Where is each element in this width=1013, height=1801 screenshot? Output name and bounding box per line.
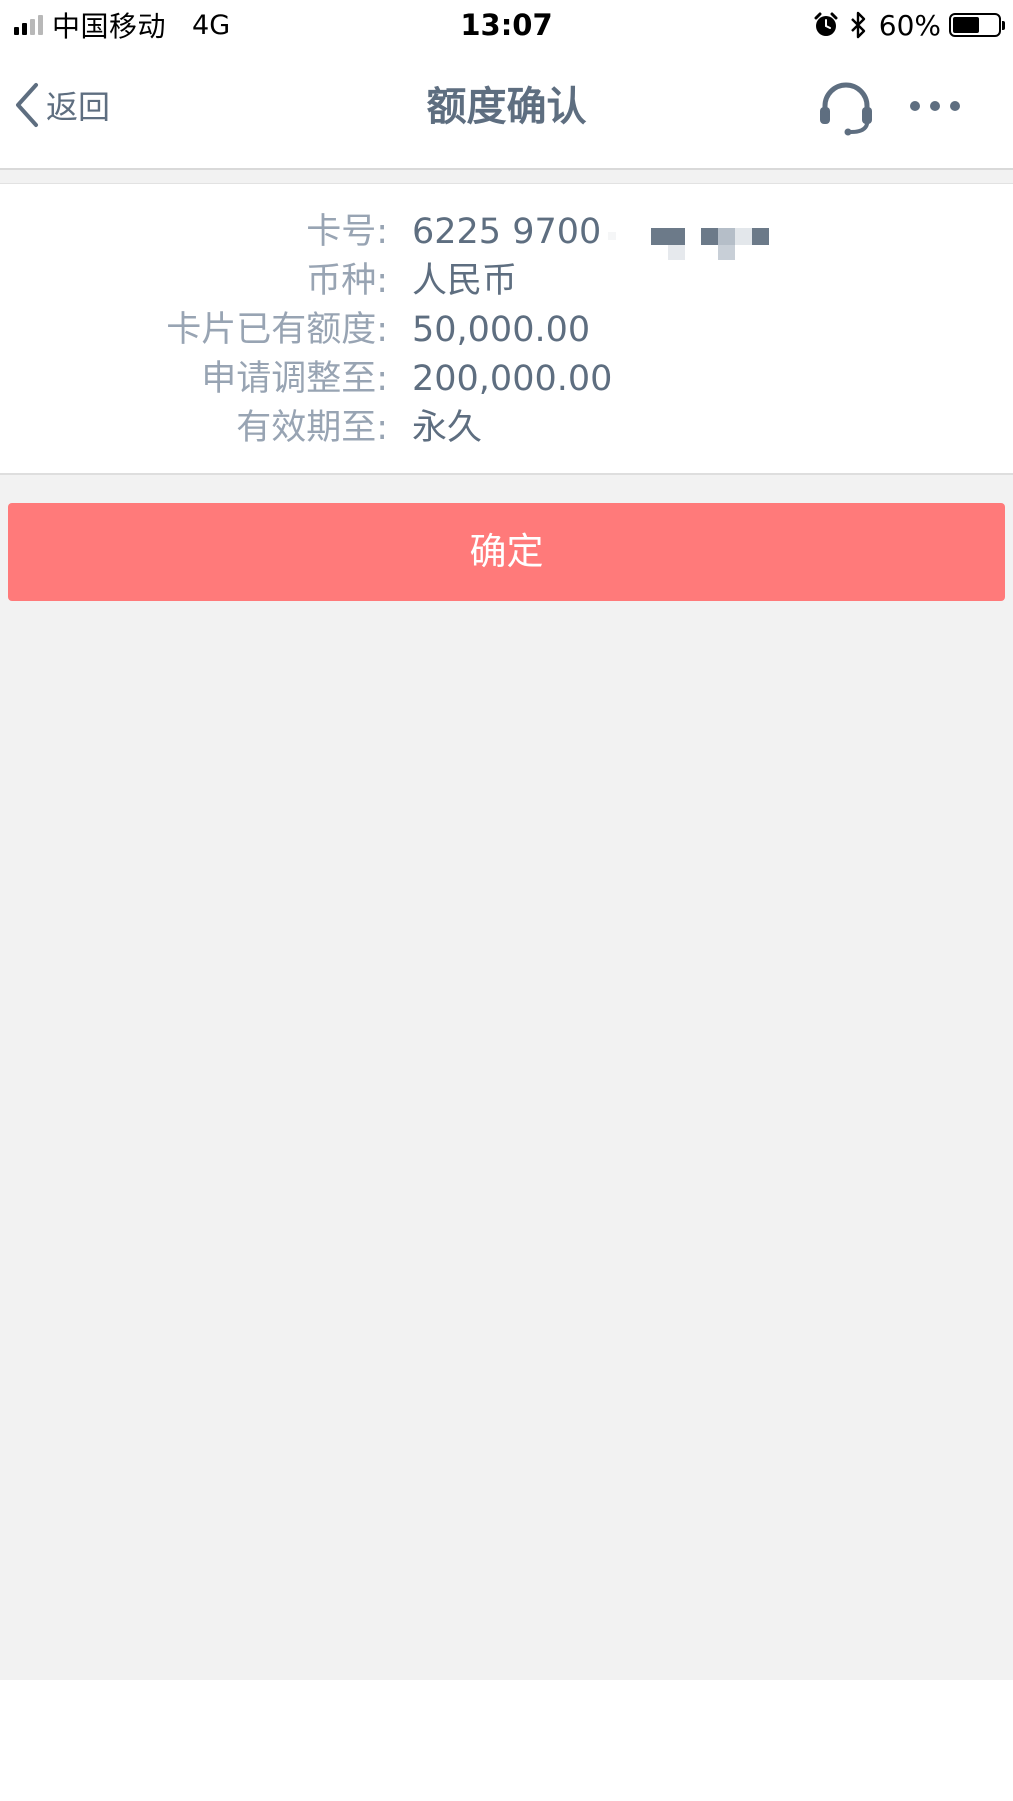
requested-limit-label: 申请调整至: bbox=[201, 359, 388, 399]
valid-until-row: 有效期至: 永久 bbox=[0, 404, 1013, 453]
status-bar: 中国移动 4G 13:07 60% bbox=[0, 0, 1013, 50]
bluetooth-icon bbox=[850, 11, 865, 39]
back-label: 返回 bbox=[46, 88, 111, 126]
status-right: 60% bbox=[813, 8, 1005, 42]
current-limit-value: 50,000.00 bbox=[412, 310, 591, 350]
card-number-value: 6225 9700 bbox=[412, 212, 602, 252]
card-number-row: 卡号: 6225 9700 bbox=[0, 208, 1013, 257]
nav-bar: 返回 额度确认 bbox=[0, 50, 1013, 170]
valid-until-label: 有效期至: bbox=[236, 408, 388, 448]
currency-row: 币种: 人民币 bbox=[0, 257, 1013, 306]
current-limit-label: 卡片已有额度: bbox=[166, 310, 388, 350]
currency-label: 币种: bbox=[306, 261, 388, 301]
current-limit-row: 卡片已有额度: 50,000.00 bbox=[0, 306, 1013, 355]
battery-icon bbox=[949, 13, 1005, 37]
chevron-left-icon bbox=[16, 83, 38, 127]
battery-percent: 60% bbox=[878, 8, 941, 42]
limit-details-card: 卡号: 6225 9700 币种: 人民币 卡片已有额度: 50,000.00 … bbox=[0, 184, 1013, 475]
requested-limit-value: 200,000.00 bbox=[412, 359, 613, 399]
requested-limit-row: 申请调整至: 200,000.00 bbox=[0, 355, 1013, 404]
battery-level bbox=[953, 17, 980, 33]
card-number-label: 卡号: bbox=[306, 212, 388, 252]
confirm-button[interactable]: 确定 bbox=[8, 503, 1005, 601]
currency-value: 人民币 bbox=[412, 261, 518, 301]
valid-until-value: 永久 bbox=[412, 408, 483, 448]
page-background bbox=[0, 475, 1013, 1680]
back-button[interactable]: 返回 bbox=[14, 80, 110, 130]
bottom-area bbox=[0, 1680, 1013, 1801]
headset-icon[interactable] bbox=[815, 80, 877, 136]
section-divider bbox=[0, 170, 1013, 184]
more-icon[interactable] bbox=[906, 86, 964, 126]
alarm-icon bbox=[814, 12, 838, 36]
